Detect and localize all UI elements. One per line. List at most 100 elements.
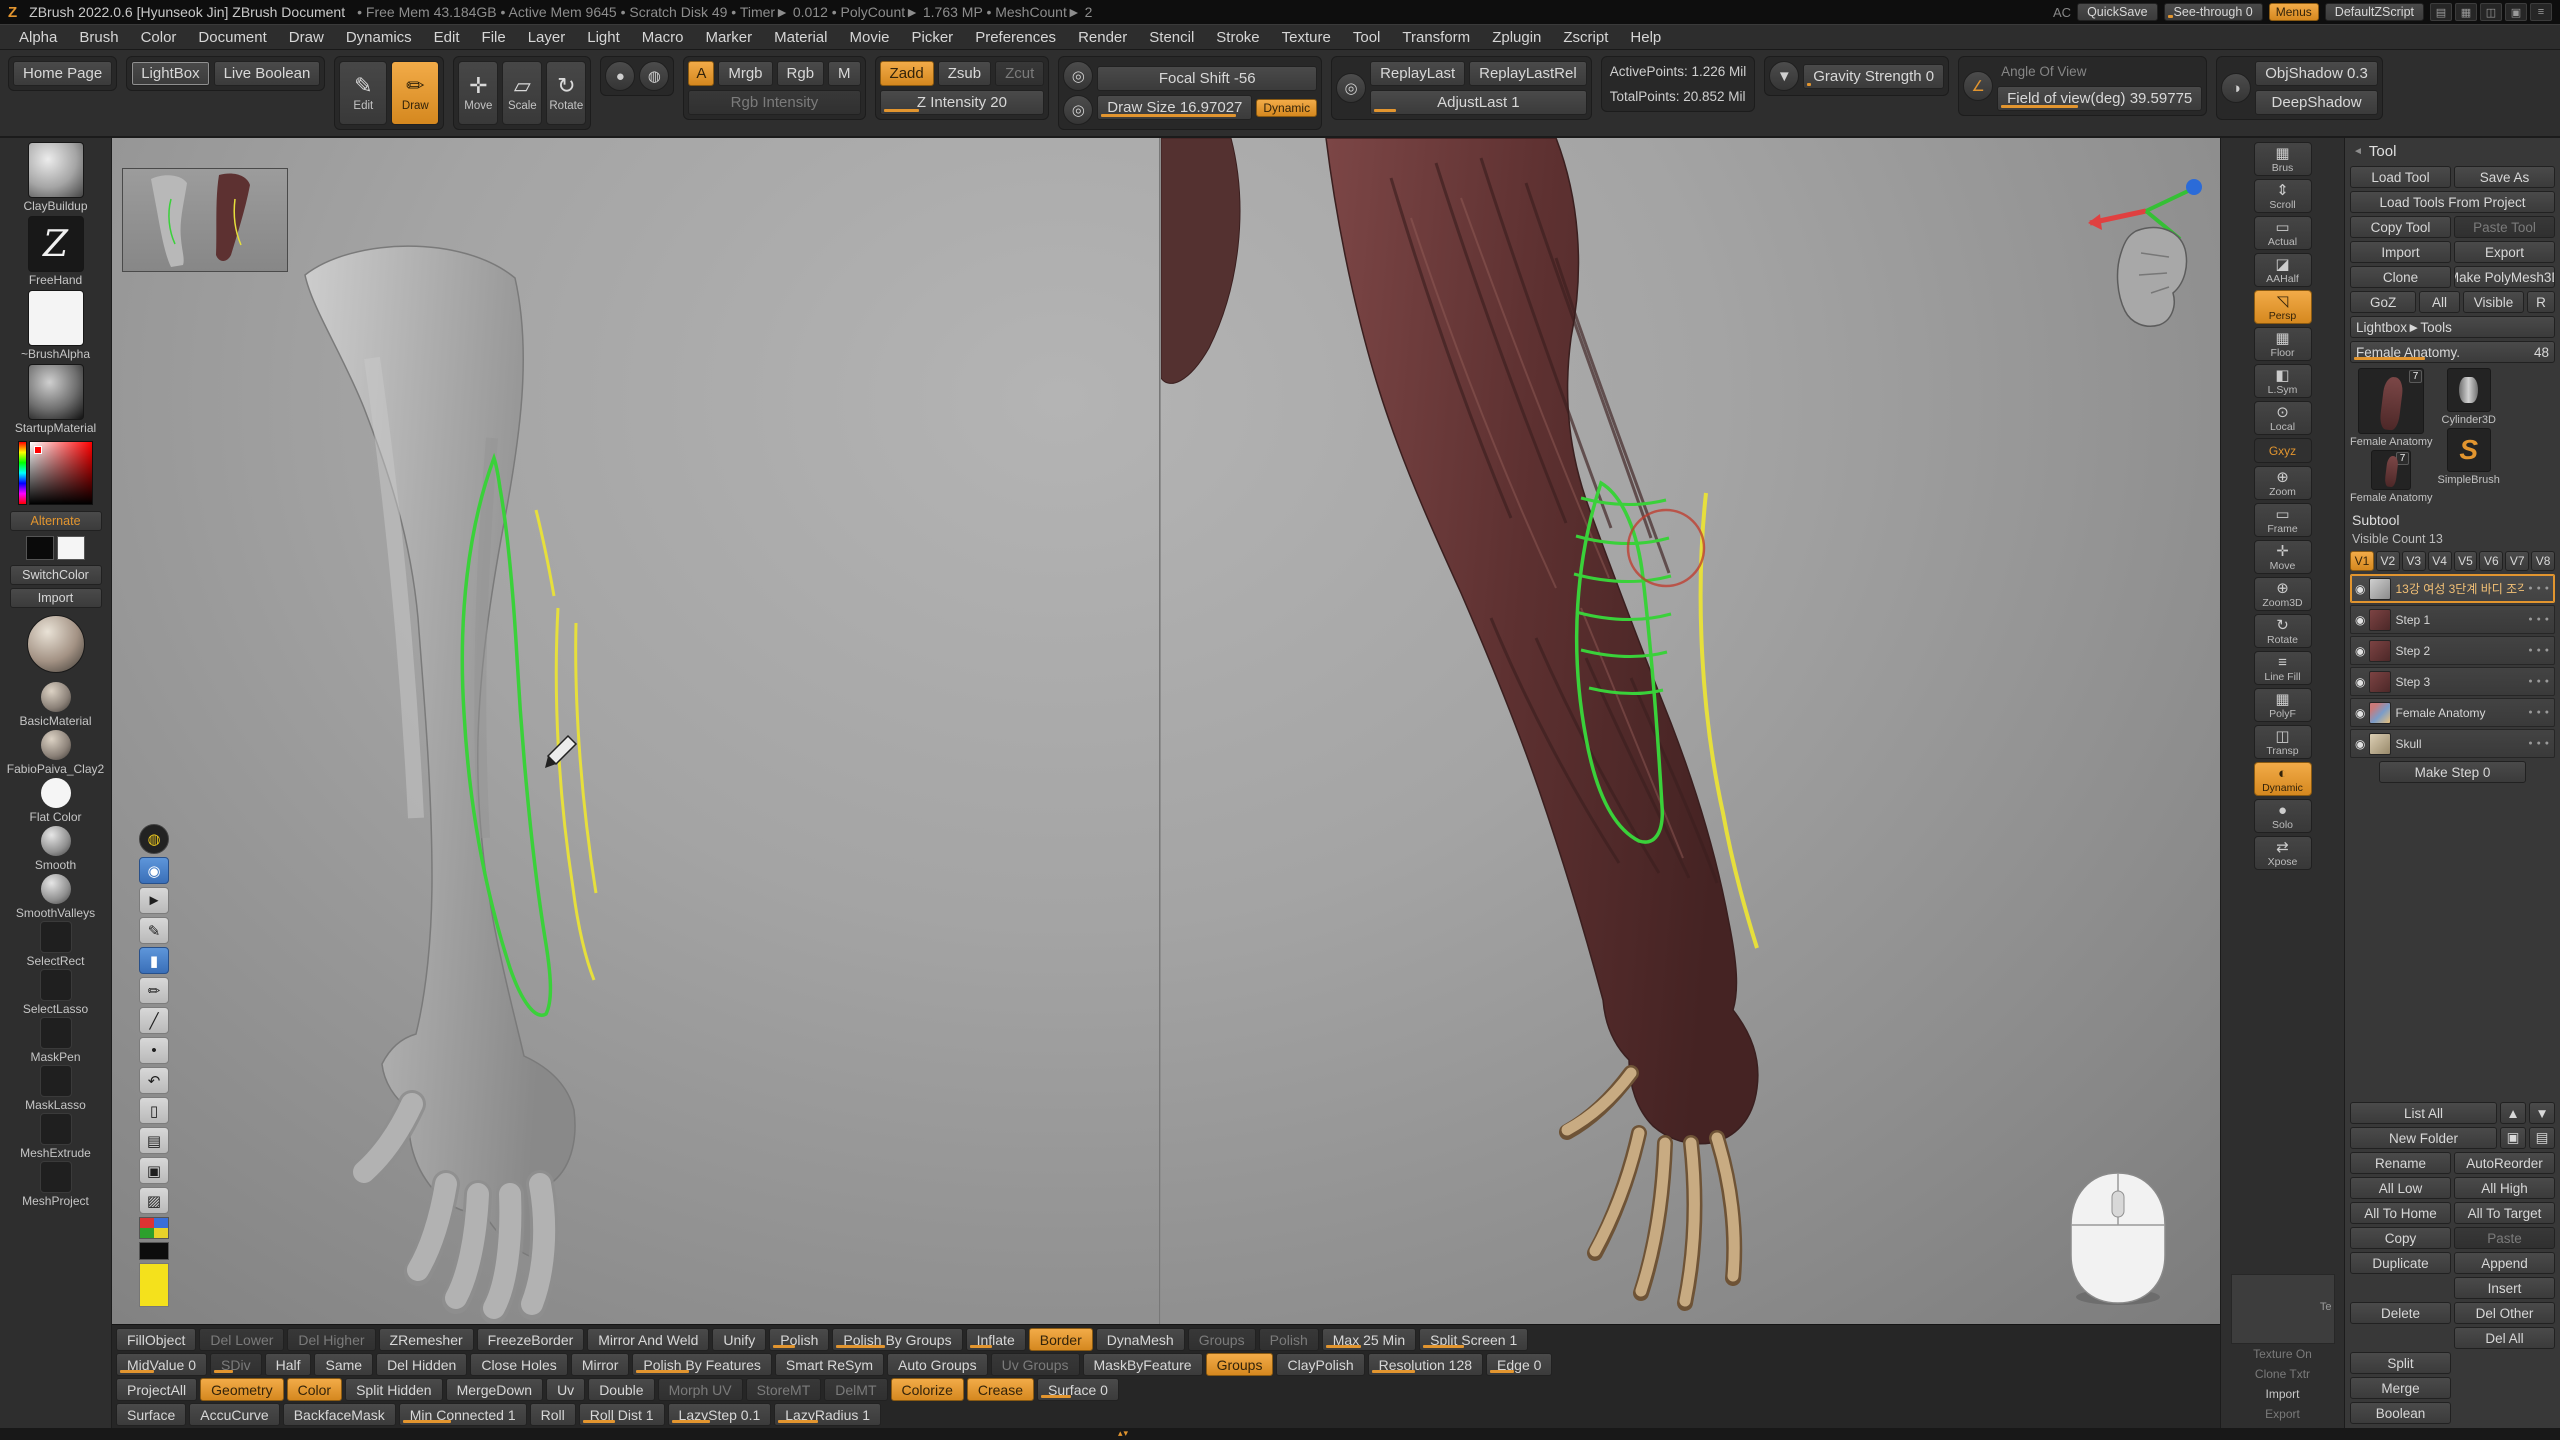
menu-item[interactable]: Alpha xyxy=(8,27,68,48)
menu-item[interactable]: File xyxy=(471,27,517,48)
clipboard-icon[interactable]: ▨ xyxy=(139,1187,169,1214)
aahalf-button[interactable]: ◪ AAHalf xyxy=(2254,253,2312,287)
current-material-sphere[interactable] xyxy=(27,615,85,673)
list-icon[interactable]: ≡ xyxy=(2530,3,2552,21)
move-up-icon[interactable]: ▲ xyxy=(2500,1102,2526,1124)
mrgb-button[interactable]: Mrgb xyxy=(718,61,772,86)
line-fill-button[interactable]: ≡ Line Fill xyxy=(2254,651,2312,685)
light-icon[interactable]: ◍ xyxy=(139,824,169,854)
menu-item[interactable]: Tool xyxy=(1342,27,1392,48)
sculptris-pro-button[interactable]: ● xyxy=(605,61,635,91)
clone-button[interactable]: Clone xyxy=(2350,266,2451,288)
grid-icon[interactable]: ▦ xyxy=(2455,3,2477,21)
subtool-option-icons[interactable]: ● ● ● xyxy=(2528,616,2550,623)
tool-thumb-female-anatomy[interactable]: 7 xyxy=(2358,368,2424,434)
bottombar-button[interactable]: LazyStep 0.1 xyxy=(668,1403,772,1426)
save-as-button[interactable]: Save As xyxy=(2454,166,2555,188)
secondary-color-swatch[interactable] xyxy=(57,536,85,560)
goz-all-button[interactable]: All xyxy=(2419,291,2460,313)
bottombar-button[interactable]: Same xyxy=(314,1353,373,1376)
replay-knob-icon[interactable]: ◎ xyxy=(1336,73,1366,103)
subtool-action-button[interactable]: Merge xyxy=(2350,1377,2451,1399)
tool-thumb-simplebrush[interactable] xyxy=(2447,428,2491,472)
eye-icon[interactable]: ◉ xyxy=(2355,706,2365,720)
subtool-section-header[interactable]: Subtool xyxy=(2350,509,2555,529)
polyf-button[interactable]: ▦ PolyF xyxy=(2254,688,2312,722)
brush-meshextrude[interactable]: MeshExtrude xyxy=(4,1113,108,1160)
live-boolean-button[interactable]: Live Boolean xyxy=(214,61,321,86)
material-flat-color[interactable]: Flat Color xyxy=(4,777,108,824)
bottombar-button[interactable]: Roll Dist 1 xyxy=(579,1403,665,1426)
texture-export-button[interactable]: Export xyxy=(2265,1407,2300,1424)
menu-item[interactable]: Zplugin xyxy=(1481,27,1552,48)
folder-alt-icon[interactable]: ▤ xyxy=(2529,1127,2555,1149)
subtool-action-button[interactable]: Copy xyxy=(2350,1227,2451,1249)
menu-item[interactable]: Document xyxy=(187,27,277,48)
menu-item[interactable]: Stroke xyxy=(1205,27,1270,48)
subtool-action-button[interactable]: Split xyxy=(2350,1352,2451,1374)
move-nav-button[interactable]: ✛ Move xyxy=(2254,540,2312,574)
bottombar-button[interactable]: Double xyxy=(588,1378,654,1401)
trash-icon[interactable]: ▯ xyxy=(139,1097,169,1124)
bottombar-button[interactable]: Auto Groups xyxy=(887,1353,988,1376)
tray-collapse-arrow[interactable]: ◄ xyxy=(2205,684,2217,698)
subtool-action-button[interactable]: All To Home xyxy=(2350,1202,2451,1224)
export-tool-button[interactable]: Export xyxy=(2454,241,2555,263)
subtool-version-tab[interactable]: V7 xyxy=(2505,551,2529,571)
menu-item[interactable]: Dynamics xyxy=(335,27,423,48)
zcut-button[interactable]: Zcut xyxy=(995,61,1044,86)
bottombar-button[interactable]: FillObject xyxy=(116,1328,196,1351)
pencil-icon[interactable]: ✏ xyxy=(139,977,169,1004)
bottombar-button[interactable]: Colorize xyxy=(891,1378,964,1401)
material-basicmaterial[interactable]: BasicMaterial xyxy=(4,681,108,728)
subtool-version-tab[interactable]: V8 xyxy=(2531,551,2555,571)
left-view-arm[interactable] xyxy=(112,138,1159,1324)
draw-size-slider[interactable]: Draw Size 16.97027 xyxy=(1097,95,1252,120)
subtool-option-icons[interactable]: ● ● ● xyxy=(2528,709,2550,716)
bottombar-button[interactable]: Border xyxy=(1029,1328,1093,1351)
texture-on-button[interactable]: Texture On xyxy=(2253,1347,2312,1364)
menu-item[interactable]: Help xyxy=(1619,27,1672,48)
menu-item[interactable]: Macro xyxy=(631,27,695,48)
solo-button[interactable]: ● Solo xyxy=(2254,799,2312,833)
subtool-version-tab[interactable]: V5 xyxy=(2454,551,2478,571)
subtool-version-tab[interactable]: V6 xyxy=(2479,551,2503,571)
subtool-action-button[interactable]: Delete xyxy=(2350,1302,2451,1324)
menus-button[interactable]: Menus xyxy=(2269,3,2319,21)
folder-new-icon[interactable]: ▣ xyxy=(2500,1127,2526,1149)
menu-item[interactable]: Render xyxy=(1067,27,1138,48)
undo-icon[interactable]: ↶ xyxy=(139,1067,169,1094)
tool-panel-collapse-icon[interactable]: ◄ xyxy=(2353,146,2363,157)
dynamic-toggle[interactable]: Dynamic xyxy=(1256,99,1317,117)
stroke-freehand[interactable]: FreeHand xyxy=(4,216,108,287)
copy-tool-button[interactable]: Copy Tool xyxy=(2350,216,2451,238)
bottombar-button[interactable]: Mirror And Weld xyxy=(587,1328,709,1351)
gravity-strength-slider[interactable]: Gravity Strength 0 xyxy=(1803,64,1944,89)
bottombar-button[interactable]: ZRemesher xyxy=(379,1328,474,1351)
knife-icon[interactable]: ╱ xyxy=(139,1007,169,1034)
bottombar-button[interactable]: ProjectAll xyxy=(116,1378,197,1401)
lightbox-button[interactable]: LightBox xyxy=(131,61,209,86)
bottombar-button[interactable]: Crease xyxy=(967,1378,1034,1401)
lightbox-tools-button[interactable]: Lightbox►Tools xyxy=(2350,316,2555,338)
subtool-action-button[interactable]: Append xyxy=(2454,1252,2555,1274)
goz-r-button[interactable]: R xyxy=(2527,291,2555,313)
brush-claybuildup[interactable]: ClayBuildup xyxy=(4,142,108,213)
eye-icon[interactable]: ◉ xyxy=(2355,582,2365,596)
zadd-button[interactable]: Zadd xyxy=(880,61,934,86)
default-zscript-button[interactable]: DefaultZScript xyxy=(2325,3,2424,21)
eye-icon[interactable]: ◉ xyxy=(2355,613,2365,627)
move-down-icon[interactable]: ▼ xyxy=(2529,1102,2555,1124)
bottombar-button[interactable]: Uv Groups xyxy=(991,1353,1080,1376)
subtool-row[interactable]: ◉ Step 1 ● ● ● xyxy=(2350,605,2555,634)
subtool-version-tab[interactable]: V3 xyxy=(2402,551,2426,571)
menu-item[interactable]: Stencil xyxy=(1138,27,1205,48)
replay-last-rel-button[interactable]: ReplayLastRel xyxy=(1469,61,1587,86)
bottombar-button[interactable]: Del Hidden xyxy=(376,1353,467,1376)
alpha-brushalpha[interactable]: ~BrushAlpha xyxy=(4,290,108,361)
texture-startupmaterial[interactable]: StartupMaterial xyxy=(4,364,108,435)
bottombar-button[interactable]: Polish xyxy=(1259,1328,1319,1351)
bottombar-button[interactable]: Edge 0 xyxy=(1486,1353,1552,1376)
marker-icon[interactable]: ▮ xyxy=(139,947,169,974)
bottombar-button[interactable]: Color xyxy=(287,1378,342,1401)
